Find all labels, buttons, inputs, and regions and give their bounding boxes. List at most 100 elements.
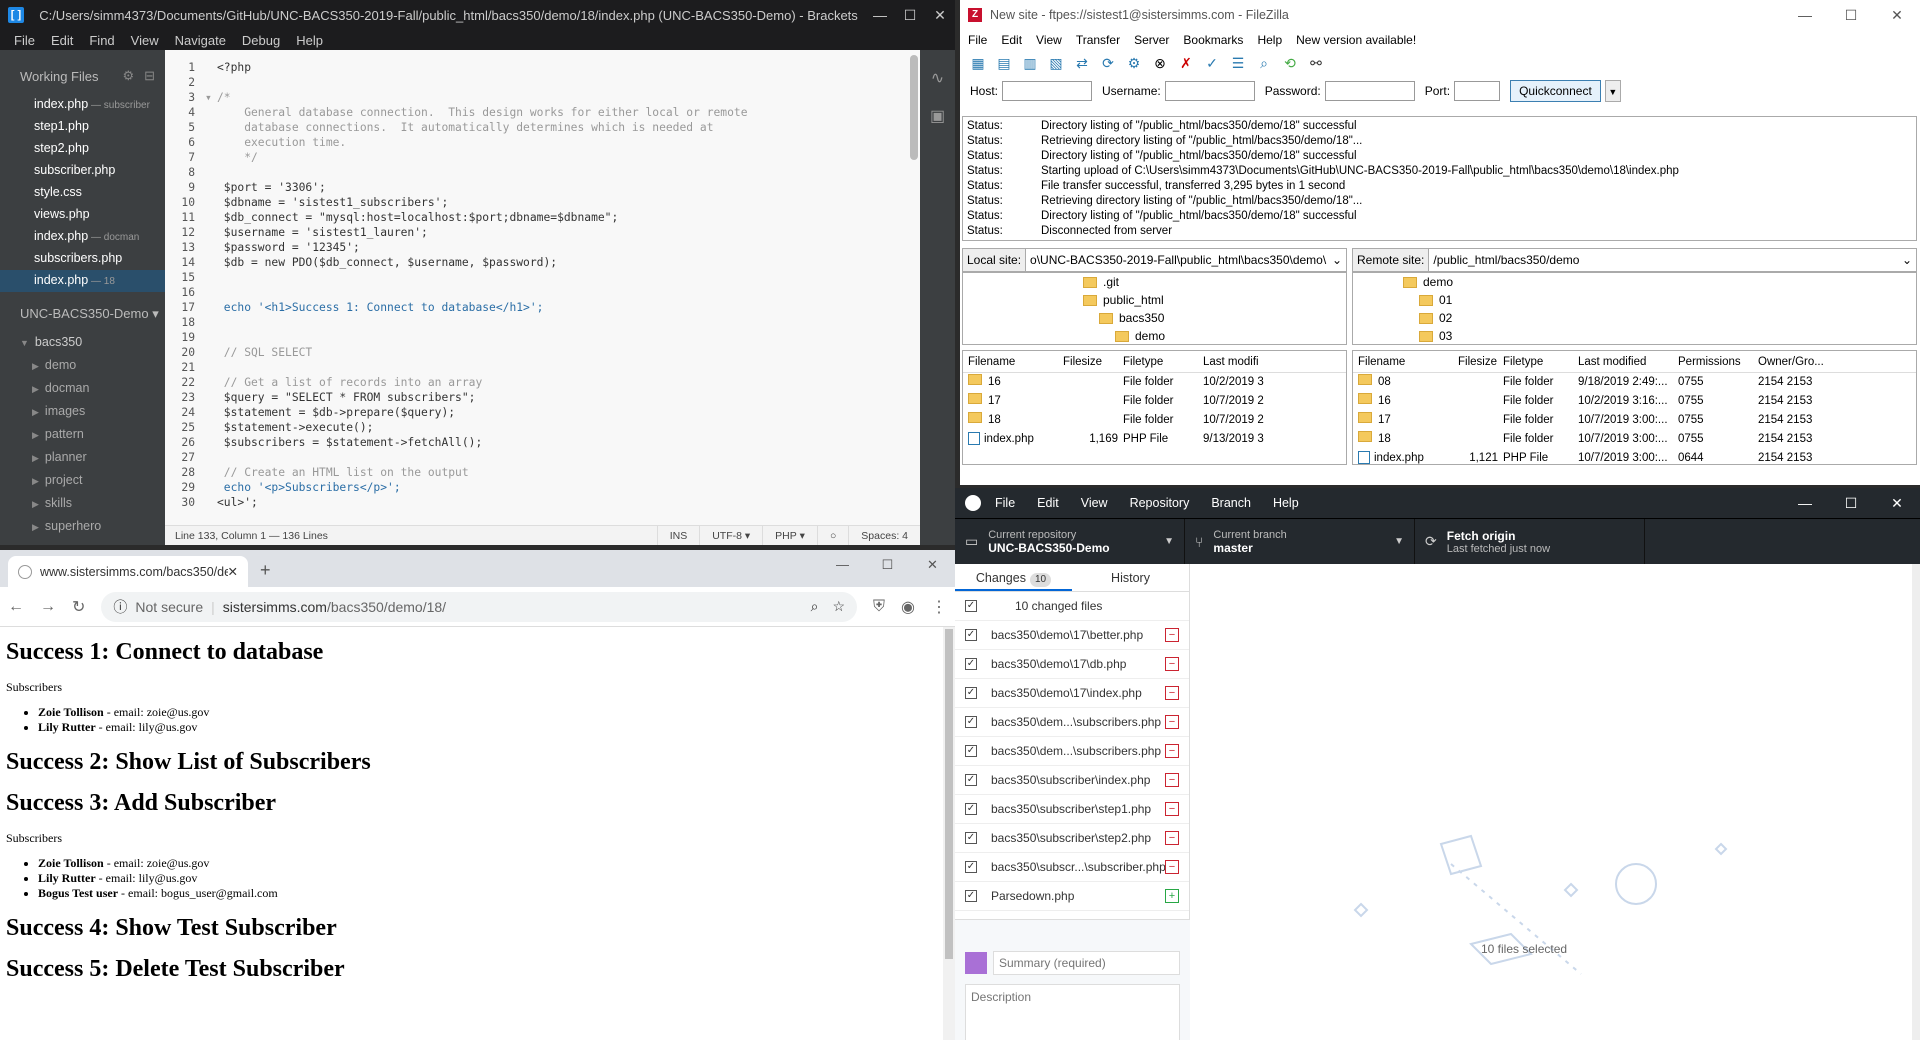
remote-path-input[interactable]: /public_html/bacs350/demo	[1429, 253, 1898, 267]
menu-item[interactable]: Help	[1273, 496, 1299, 510]
working-file-item[interactable]: index.php — subscriber	[0, 94, 165, 116]
tree-node[interactable]: 02	[1403, 309, 1916, 327]
menu-view[interactable]: View	[131, 33, 159, 48]
close-icon[interactable]: ✕	[1874, 7, 1920, 24]
menu-debug[interactable]: Debug	[242, 33, 280, 48]
cancel-icon[interactable]: ⊗	[1150, 53, 1170, 73]
password-input[interactable]	[1324, 81, 1415, 101]
column-header[interactable]: Filesize	[1058, 351, 1118, 372]
sync-browsing-icon[interactable]: ⟲	[1280, 53, 1300, 73]
working-file-item[interactable]: style.css	[0, 182, 165, 204]
changed-file-row[interactable]: ✓ bacs350\demo\17\better.php −	[955, 621, 1189, 650]
extension-manager-icon[interactable]: ▣	[920, 106, 955, 126]
live-preview-icon[interactable]: ∿	[920, 68, 955, 88]
forward-arrow-icon[interactable]: →	[40, 598, 56, 616]
file-row[interactable]: 16 File folder 10/2/2019 3	[963, 373, 1346, 392]
remote-directory-tree[interactable]: demo 01 02 03	[1352, 272, 1917, 345]
changed-file-row[interactable]: ✓ Parsedown.php +	[955, 882, 1189, 911]
tree-node[interactable]: public_html	[1083, 291, 1346, 309]
changed-file-row[interactable]: ✓ bacs350\demo\17\index.php −	[955, 679, 1189, 708]
menu-find[interactable]: Find	[89, 33, 114, 48]
split-view-icon[interactable]: ⊟	[144, 68, 155, 83]
menu-help[interactable]: Help	[296, 33, 323, 48]
chevron-down-icon[interactable]: ⌄	[1898, 253, 1916, 267]
menu-file[interactable]: File	[14, 33, 35, 48]
encoding-select[interactable]: UTF-8 ▾	[699, 526, 762, 545]
maximize-icon[interactable]: ☐	[895, 0, 925, 30]
column-header[interactable]: Filetype	[1498, 351, 1573, 372]
file-checkbox[interactable]: ✓	[965, 658, 977, 670]
project-dropdown[interactable]: UNC-BACS350-Demo ▾	[0, 292, 165, 332]
file-checkbox[interactable]: ✓	[965, 687, 977, 699]
file-checkbox[interactable]: ✓	[965, 745, 977, 757]
maximize-icon[interactable]: ☐	[1828, 495, 1874, 512]
star-icon[interactable]: ☆	[832, 598, 845, 615]
file-checkbox[interactable]: ✓	[965, 861, 977, 873]
changed-file-row[interactable]: ✓ bacs350\dem...\subscribers.php −	[955, 708, 1189, 737]
close-icon[interactable]: ✕	[925, 0, 955, 30]
message-log[interactable]: Status: Directory listing of "/public_htm…	[962, 116, 1917, 241]
summary-input[interactable]	[993, 951, 1180, 975]
menu-item[interactable]: Branch	[1211, 496, 1251, 510]
file-row[interactable]: 18 File folder 10/7/2019 2	[963, 411, 1346, 430]
code-editor[interactable]: 1 <?php 2 3 ▾/* 4 General database connection…	[165, 50, 920, 525]
toggle-queue-icon[interactable]: ⇄	[1072, 53, 1092, 73]
changed-file-row[interactable]: ✓ bacs350\dem...\subscribers.php −	[955, 737, 1189, 766]
working-file-item[interactable]: subscribers.php	[0, 248, 165, 270]
current-branch-button[interactable]: ⑂ Current branch master ▼	[1185, 519, 1415, 564]
find-files-icon[interactable]: ⚯	[1306, 53, 1326, 73]
close-icon[interactable]: ✕	[1874, 495, 1920, 512]
github-scrollbar[interactable]	[1912, 564, 1920, 1040]
file-row[interactable]: index.php 1,121 PHP File 10/7/2019 3:00:...…	[1353, 449, 1916, 464]
menu-item[interactable]: Transfer	[1076, 33, 1120, 47]
process-queue-icon[interactable]: ⚙	[1124, 53, 1144, 73]
menu-item[interactable]: Edit	[1001, 33, 1022, 47]
changed-file-row[interactable]: ✓ bacs350\subscriber\index.php −	[955, 766, 1189, 795]
refresh-icon[interactable]: ⟳	[1098, 53, 1118, 73]
back-arrow-icon[interactable]: ←	[8, 598, 24, 616]
minimize-icon[interactable]: —	[865, 0, 895, 30]
menu-item[interactable]: Repository	[1130, 496, 1190, 510]
tree-node[interactable]: .git	[1083, 273, 1346, 291]
tree-node[interactable]: 01	[1403, 291, 1916, 309]
tree-folder[interactable]: ▶ skills	[0, 493, 165, 516]
shield-extension-icon[interactable]: ⛨	[873, 598, 885, 616]
quickconnect-dropdown[interactable]: ▼	[1604, 80, 1621, 102]
tree-folder[interactable]: ▶ pattern	[0, 424, 165, 447]
search-icon[interactable]: ⌕	[1254, 53, 1274, 73]
local-file-list[interactable]: Filename Filesize Filetype Last modifi 16 Fi…	[962, 350, 1347, 465]
tree-folder[interactable]: ▶ images	[0, 401, 165, 424]
site-manager-icon[interactable]: ▦	[968, 53, 988, 73]
tree-folder[interactable]: ▶ superhero	[0, 516, 165, 539]
tree-node[interactable]: 03	[1403, 327, 1916, 344]
file-row[interactable]: 16 File folder 10/2/2019 3:16:... 0755 2154 …	[1353, 392, 1916, 411]
file-checkbox[interactable]: ✓	[965, 774, 977, 786]
menu-item[interactable]: View	[1081, 496, 1108, 510]
page-scrollbar[interactable]	[943, 627, 955, 1040]
working-file-item[interactable]: index.php — docman	[0, 226, 165, 248]
menu-item[interactable]: View	[1036, 33, 1062, 47]
file-row[interactable]: 17 File folder 10/7/2019 3:00:... 0755 2154 …	[1353, 411, 1916, 430]
insert-mode[interactable]: INS	[656, 526, 700, 545]
profile-icon[interactable]: ◉	[901, 597, 915, 617]
column-header[interactable]: Filename	[963, 351, 1058, 372]
tab-changes[interactable]: Changes 10	[955, 564, 1072, 591]
tree-folder[interactable]: ▶ docman	[0, 378, 165, 401]
close-tab-icon[interactable]: ✕	[228, 564, 238, 579]
menu-item[interactable]: Edit	[1037, 496, 1059, 510]
column-header[interactable]: Filesize	[1453, 351, 1498, 372]
current-repository-button[interactable]: ▭ Current repository UNC-BACS350-Demo ▼	[955, 519, 1185, 564]
address-bar[interactable]: ⓘ Not secure | sistersimms.com/bacs350/d…	[101, 591, 858, 622]
zoom-icon[interactable]: ⌕	[811, 598, 819, 615]
menu-item[interactable]: New version available!	[1296, 33, 1416, 47]
more-menu-icon[interactable]: ⋮	[931, 597, 947, 617]
tree-folder[interactable]: ▶ project	[0, 470, 165, 493]
tree-node[interactable]: bacs350	[1083, 309, 1346, 327]
host-input[interactable]	[1002, 81, 1093, 101]
menu-edit[interactable]: Edit	[51, 33, 73, 48]
maximize-icon[interactable]: ☐	[865, 550, 910, 580]
menu-navigate[interactable]: Navigate	[175, 33, 226, 48]
working-file-item[interactable]: step1.php	[0, 116, 165, 138]
info-icon[interactable]: ⓘ	[113, 597, 127, 617]
toggle-remote-tree-icon[interactable]: ▧	[1046, 53, 1066, 73]
